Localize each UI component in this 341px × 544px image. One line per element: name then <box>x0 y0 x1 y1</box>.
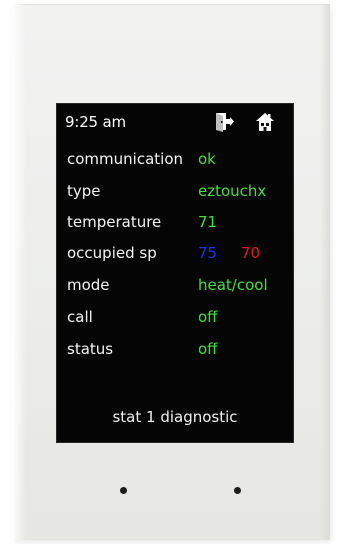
indicator-light-right <box>234 487 241 494</box>
row-type: type eztouchx <box>67 182 287 204</box>
clock-time: 9:25 am <box>65 113 126 131</box>
temperature-value: 71 <box>198 213 218 231</box>
touch-screen[interactable]: 9:25 am communication ok type eztouchx t… <box>56 103 294 443</box>
row-mode: mode heat/cool <box>67 276 287 298</box>
row-occupied-setpoint[interactable]: occupied sp 75 70 <box>67 244 287 266</box>
occupied-sp-label: occupied sp <box>67 244 157 262</box>
home-icon[interactable] <box>254 111 276 133</box>
row-call: call off <box>67 308 287 330</box>
mode-value: heat/cool <box>198 276 268 294</box>
row-status: status off <box>67 340 287 362</box>
call-value: off <box>198 308 218 326</box>
communication-value: ok <box>198 150 216 168</box>
status-label: status <box>67 340 114 358</box>
status-value: off <box>198 340 218 358</box>
communication-label: communication <box>67 150 184 168</box>
type-label: type <box>67 182 101 200</box>
device-edge-shadow <box>320 4 330 540</box>
screen-title: stat 1 diagnostic <box>112 408 238 426</box>
cool-setpoint-value[interactable]: 75 <box>198 244 217 262</box>
door-exit-icon[interactable] <box>213 111 235 133</box>
row-temperature: temperature 71 <box>67 213 287 235</box>
mode-label: mode <box>67 276 110 294</box>
row-communication: communication ok <box>67 150 287 172</box>
device-edge-highlight <box>12 4 26 540</box>
type-value: eztouchx <box>198 182 267 200</box>
indicator-light-left <box>120 487 127 494</box>
temperature-label: temperature <box>67 213 162 231</box>
call-label: call <box>67 308 93 326</box>
heat-setpoint-value[interactable]: 70 <box>241 244 260 262</box>
status-bar: 9:25 am <box>57 104 293 142</box>
